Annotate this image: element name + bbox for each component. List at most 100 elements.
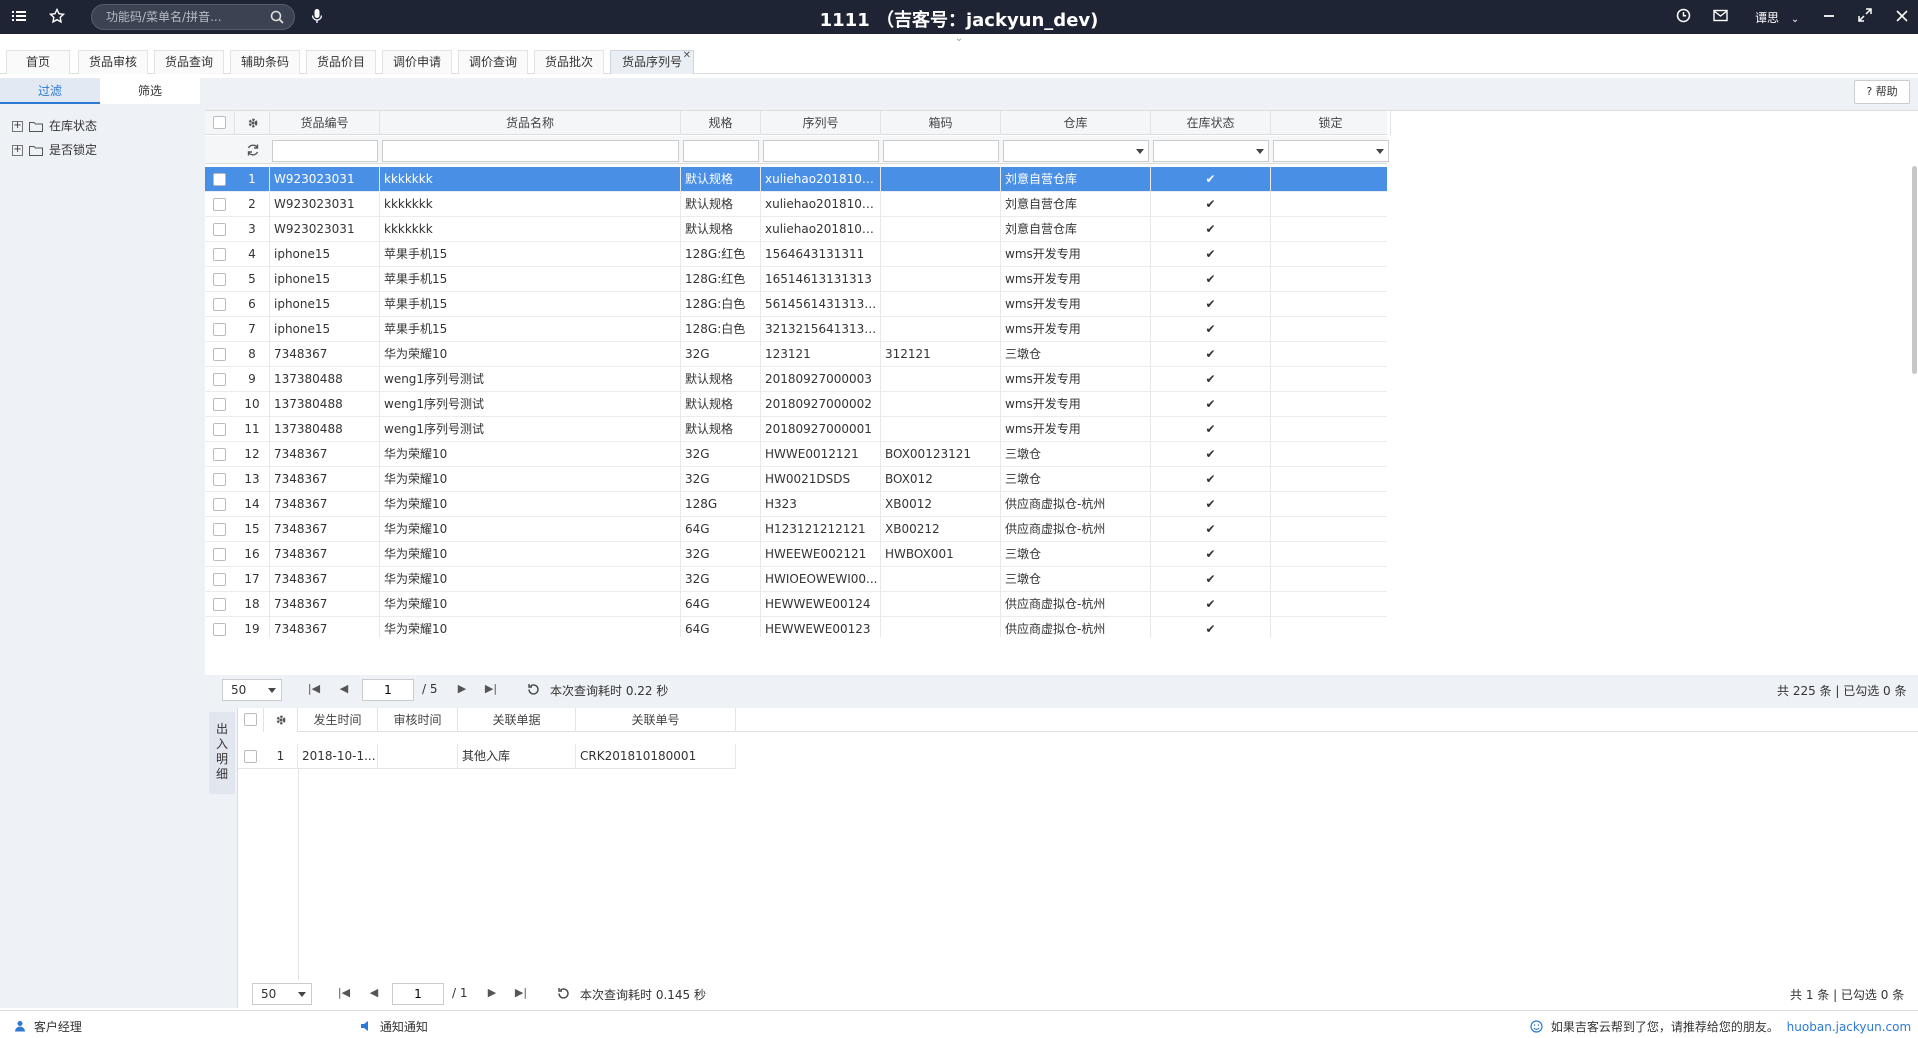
page-input[interactable] [362,679,414,701]
row-checkbox[interactable] [213,423,226,436]
row-checkbox[interactable] [213,298,226,311]
close-icon[interactable] [1893,8,1911,26]
next-page-icon[interactable]: ▶ [455,682,469,696]
gear-icon[interactable] [274,713,288,727]
row-checkbox[interactable] [213,248,226,261]
maximize-icon[interactable] [1856,8,1874,26]
row-checkbox[interactable] [213,573,226,586]
table-row[interactable]: 4 iphone15 苹果手机15 128G:红色 1564643131311 wms开发… [205,242,1387,267]
gear-icon[interactable] [246,116,260,130]
col-occur-time[interactable]: 发生时间 [298,708,378,732]
tab-filter[interactable]: 过滤 [0,78,100,104]
expand-icon[interactable]: + [12,145,23,156]
detail-side-tab[interactable]: 出 入 明 细 [209,712,235,794]
tab-price-query[interactable]: 调价查询 [458,50,528,74]
filter-box-code[interactable] [883,140,999,162]
detail-page-size-select[interactable]: 50 [252,983,312,1005]
first-page-icon[interactable]: |◀ [337,986,351,1000]
col-serial-no[interactable]: 序列号 [761,111,881,135]
user-menu[interactable]: 谭思 ⌄ [1755,9,1799,26]
tab-goods-serial[interactable]: 货品序列号 ✕ [610,50,694,74]
table-row[interactable]: 18 7348367 华为荣耀10 64G HEWWEWE00124 供应商虚拟仓-杭州 ✔ [205,592,1387,617]
minimize-icon[interactable] [1820,8,1838,26]
notice[interactable]: 通知通知 [360,1018,428,1035]
table-row[interactable]: 3 W923023031 kkkkkkk 默认规格 xuliehao20181018..… [205,217,1387,242]
select-all-checkbox[interactable] [213,116,226,129]
table-row[interactable]: 1 W923023031 kkkkkkk 默认规格 xuliehao20181018..… [205,167,1387,192]
reload-icon[interactable] [557,987,570,1000]
table-row[interactable]: 5 iphone15 苹果手机15 128G:红色 16514613131313 wms开… [205,267,1387,292]
col-stock-status[interactable]: 在库状态 [1151,111,1271,135]
search-box[interactable] [91,4,295,30]
table-row[interactable]: 15 7348367 华为荣耀10 64G H123121212121 XB00212 供应… [205,517,1387,542]
menu-icon[interactable] [10,8,28,26]
table-row[interactable]: 19 7348367 华为荣耀10 64G HEWWEWE00123 供应商虚拟仓-杭州 ✔ [205,617,1387,637]
table-row[interactable]: 6 iphone15 苹果手机15 128G:白色 56145614313131... w… [205,292,1387,317]
reload-icon[interactable] [527,683,540,696]
col-warehouse[interactable]: 仓库 [1001,111,1151,135]
row-checkbox[interactable] [244,750,257,763]
row-checkbox[interactable] [213,398,226,411]
close-tab-icon[interactable]: ✕ [683,45,691,67]
row-checkbox[interactable] [213,523,226,536]
clock-icon[interactable] [1674,8,1692,26]
row-checkbox[interactable] [213,473,226,486]
help-button[interactable]: ? 帮助 [1854,80,1910,104]
table-row[interactable]: 11 137380488 weng1序列号测试 默认规格 20180927000001 w… [205,417,1387,442]
tab-price-apply[interactable]: 调价申请 [382,50,452,74]
detail-select-all-checkbox[interactable] [244,713,257,726]
row-checkbox[interactable] [213,173,226,186]
row-checkbox[interactable] [213,273,226,286]
collapse-header-icon[interactable]: ⌄ [951,34,967,44]
table-row[interactable]: 8 7348367 华为荣耀10 32G 123121 312121 三墩仓 ✔ [205,342,1387,367]
tree-node-stock-status[interactable]: + 在库状态 [12,114,97,138]
table-row[interactable]: 16 7348367 华为荣耀10 32G HWEEWE002121 HWBOX001 三墩… [205,542,1387,567]
table-row[interactable]: 7 iphone15 苹果手机15 128G:白色 32132156413131... w… [205,317,1387,342]
promo-link[interactable]: huoban.jackyun.com [1787,1020,1912,1034]
table-row[interactable]: 17 7348367 华为荣耀10 32G HWIOEOWEWI00... 三墩仓 ✔ [205,567,1387,592]
first-page-icon[interactable]: |◀ [307,682,321,696]
tab-screen[interactable]: 筛选 [100,78,200,104]
col-goods-name[interactable]: 货品名称 [380,111,681,135]
table-row[interactable]: 10 137380488 weng1序列号测试 默认规格 20180927000002 w… [205,392,1387,417]
microphone-icon[interactable] [308,8,326,26]
row-checkbox[interactable] [213,198,226,211]
tab-goods-batch[interactable]: 货品批次 [534,50,604,74]
table-row[interactable]: 2 W923023031 kkkkkkk 默认规格 xuliehao20181018..… [205,192,1387,217]
star-icon[interactable] [48,7,66,26]
table-row[interactable]: 12 7348367 华为荣耀10 32G HWWE0012121 BOX00123121… [205,442,1387,467]
tab-goods-price[interactable]: 货品价目 [306,50,376,74]
next-page-icon[interactable]: ▶ [485,986,499,1000]
filter-serial-no[interactable] [763,140,879,162]
table-row[interactable]: 14 7348367 华为荣耀10 128G H323 XB0012 供应商虚拟仓-杭州 ✔ [205,492,1387,517]
col-locked[interactable]: 锁定 [1271,111,1391,135]
prev-page-icon[interactable]: ◀ [337,682,351,696]
row-checkbox[interactable] [213,348,226,361]
col-related-no[interactable]: 关联单号 [576,708,736,732]
col-goods-no[interactable]: 货品编号 [270,111,380,135]
page-size-select[interactable]: 50 [222,679,282,701]
search-input[interactable] [106,9,266,25]
row-checkbox[interactable] [213,448,226,461]
tab-goods-audit[interactable]: 货品审核 [78,50,148,74]
filter-goods-name[interactable] [382,140,679,162]
filter-stock-status-select[interactable] [1153,140,1269,162]
detail-page-input[interactable] [392,983,444,1005]
row-checkbox[interactable] [213,623,226,636]
col-spec[interactable]: 规格 [681,111,761,135]
filter-warehouse-select[interactable] [1003,140,1149,162]
refresh-icon[interactable] [246,143,260,157]
account-manager[interactable]: 客户经理 [14,1018,82,1035]
col-related-doc[interactable]: 关联单据 [458,708,576,732]
row-checkbox[interactable] [213,373,226,386]
row-checkbox[interactable] [213,223,226,236]
filter-locked-select[interactable] [1273,140,1389,162]
filter-goods-no[interactable] [272,140,378,162]
scrollbar[interactable] [1912,166,1917,374]
tab-goods-query[interactable]: 货品查询 [154,50,224,74]
col-box-code[interactable]: 箱码 [881,111,1001,135]
expand-icon[interactable]: + [12,121,23,132]
table-row[interactable]: 13 7348367 华为荣耀10 32G HW0021DSDS BOX012 三墩仓 ✔ [205,467,1387,492]
detail-row[interactable]: 1 2018-10-1... 其他入库 CRK201810180001 [238,744,736,769]
mail-icon[interactable] [1711,8,1729,26]
